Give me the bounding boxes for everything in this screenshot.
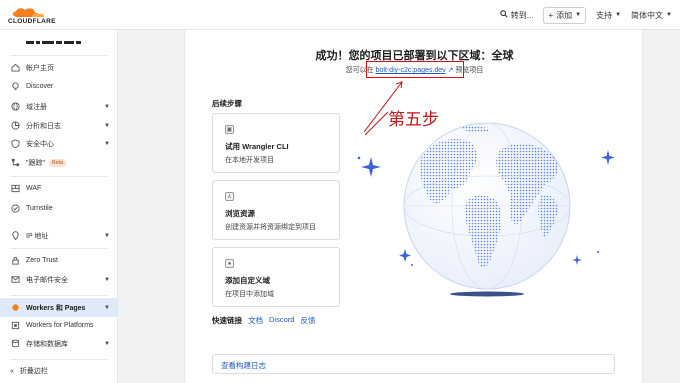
sidebar-item-label: 帐户主页 [26,64,54,72]
home-icon [10,63,20,73]
sidebar-item[interactable]: WAF [0,179,118,198]
collapse-sidebar-button[interactable]: « 折叠边栏 [10,366,48,376]
sidebar-item[interactable]: Turnstile [0,199,118,218]
sidebar-item-label: 域注册 [26,103,47,111]
chevron-down-icon[interactable]: ▼ [104,104,110,110]
sidebar-item[interactable]: 分析和日志 ▼ [0,116,118,135]
resources-icon: ⅄ [225,192,234,201]
workers-icon [10,303,20,313]
turnstile-icon [10,204,20,214]
firewall-icon [10,184,20,194]
sidebar-item[interactable]: 帐户主页 [0,58,118,77]
platforms-icon [10,321,20,331]
support-label: 支持 [596,10,613,20]
terminal-icon: ▣ [225,125,234,134]
sidebar-divider [10,295,108,296]
quick-links-label: 快速链接 [212,316,242,325]
sidebar-item-label: 存储和数据库 [26,340,68,348]
card-description: 在本地开发项目 [225,157,274,164]
tree-icon [10,158,20,168]
sidebar-item[interactable]: 安全中心 ▼ [0,134,118,153]
globe-icon [10,102,20,112]
sidebar-divider [10,359,108,360]
add-label: 添加 [556,10,573,20]
view-build-log-button[interactable]: 查看构建日志 [212,354,615,374]
sidebar-item[interactable]: Workers for Platforms [0,316,118,335]
language-label: 简体中文 [631,10,664,20]
sidebar-item[interactable]: 存储和数据库 ▼ [0,334,118,353]
card-custom-domain[interactable]: ● 添加自定义域 在项目中添加域 [212,247,340,307]
language-dropdown[interactable]: 简体中文 ▼ [631,10,672,21]
chevron-down-icon[interactable]: ▼ [104,141,110,147]
top-nav: 转到... + 添加 ▼ 支持 ▼ 简体中文 ▼ [500,0,672,30]
card-title: 添加自定义域 [225,276,270,285]
domain-icon: ● [225,259,234,268]
goto-button[interactable]: 转到... [500,10,534,21]
location-icon [10,231,20,241]
quick-links: 快速链接 文档 Discord 反馈 [212,315,315,326]
sidebar-item-label: Zero Trust [26,257,58,264]
chart-icon [10,121,20,131]
sidebar-item[interactable]: Workers 和 Pages ▼ [0,298,118,317]
chevron-down-icon: ▼ [615,12,622,18]
card-title: 浏览资源 [225,209,255,218]
card-title: 试用 Wrangler CLI [225,142,289,151]
card-description: 在项目中添加域 [225,291,274,298]
double-chevron-left-icon: « [10,367,14,375]
chevron-down-icon[interactable]: ▼ [104,277,110,283]
chevron-down-icon[interactable]: ▼ [104,123,110,129]
brand-name: CLOUDFLARE [8,18,56,25]
goto-label: 转到... [510,10,534,20]
sidebar-item-label: WAF [26,185,42,192]
plus-icon: + [548,10,554,20]
next-steps-heading: 后续步骤 [212,99,242,108]
support-dropdown[interactable]: 支持 ▼ [596,10,621,21]
sidebar-item-label: Discover [26,83,54,90]
sidebar-divider [10,176,108,177]
database-icon [10,339,20,349]
sidebar-item-label: IP 地址 [26,232,49,240]
sidebar-item[interactable]: Zero Trust [0,251,118,270]
cloudflare-logo[interactable]: CLOUDFLARE [8,6,68,26]
collapse-sidebar-label: 折叠边栏 [19,368,48,375]
add-dropdown[interactable]: + 添加 ▼ [543,6,587,24]
chevron-down-icon[interactable]: ▼ [104,341,110,347]
sidebar-item[interactable]: Discover [0,77,118,96]
beta-badge: Beta [48,158,67,167]
sidebar-item[interactable]: 域注册 ▼ [0,97,118,116]
sidebar-item-label: Workers for Platforms [26,322,94,329]
sidebar-item-label: Turnstile [26,205,53,212]
card-wrangler-cli[interactable]: ▣ 试用 Wrangler CLI 在本地开发项目 [212,113,340,173]
quick-link-docs[interactable]: 文档 [248,315,263,326]
quick-link-discord[interactable]: Discord [269,315,294,326]
top-bar: CLOUDFLARE 转到... + 添加 ▼ 支持 ▼ 简体中文 ▼ [0,0,680,30]
sidebar-item-label: 安全中心 [26,140,54,148]
sidebar-divider [10,248,108,249]
annotation-step-label: 第五步 [388,110,439,130]
account-selector-redacted[interactable] [26,38,96,50]
sidebar-item[interactable]: IP 地址 ▼ [0,226,118,245]
card-description: 创建资源并将资源绑定到项目 [225,224,316,231]
quick-link-feedback[interactable]: 反馈 [300,315,315,326]
shield-icon [10,139,20,149]
sidebar-item-label: 分析和日志 [26,122,61,130]
sidebar-item-label: 电子邮件安全 [26,276,68,284]
chevron-down-icon[interactable]: ▼ [104,233,110,239]
chevron-down-icon: ▼ [666,12,672,18]
sidebar-item-label: "跟踪" [26,159,45,167]
sidebar-divider [10,55,108,56]
chevron-down-icon[interactable]: ▼ [104,305,110,311]
cloud-logo-icon [12,8,45,17]
annotation-highlight-box [366,61,464,78]
card-browse-resources[interactable]: ⅄ 浏览资源 创建资源并将资源绑定到项目 [212,180,340,240]
chevron-down-icon: ▼ [575,12,582,18]
sidebar-item-label: Workers 和 Pages [26,304,86,312]
zero-trust-icon [10,256,20,266]
bulb-icon [10,82,20,92]
sidebar-item[interactable]: 电子邮件安全 ▼ [0,270,118,289]
sidebar-item[interactable]: "跟踪" Beta [0,153,118,172]
search-icon [500,10,508,20]
mail-icon [10,275,20,285]
